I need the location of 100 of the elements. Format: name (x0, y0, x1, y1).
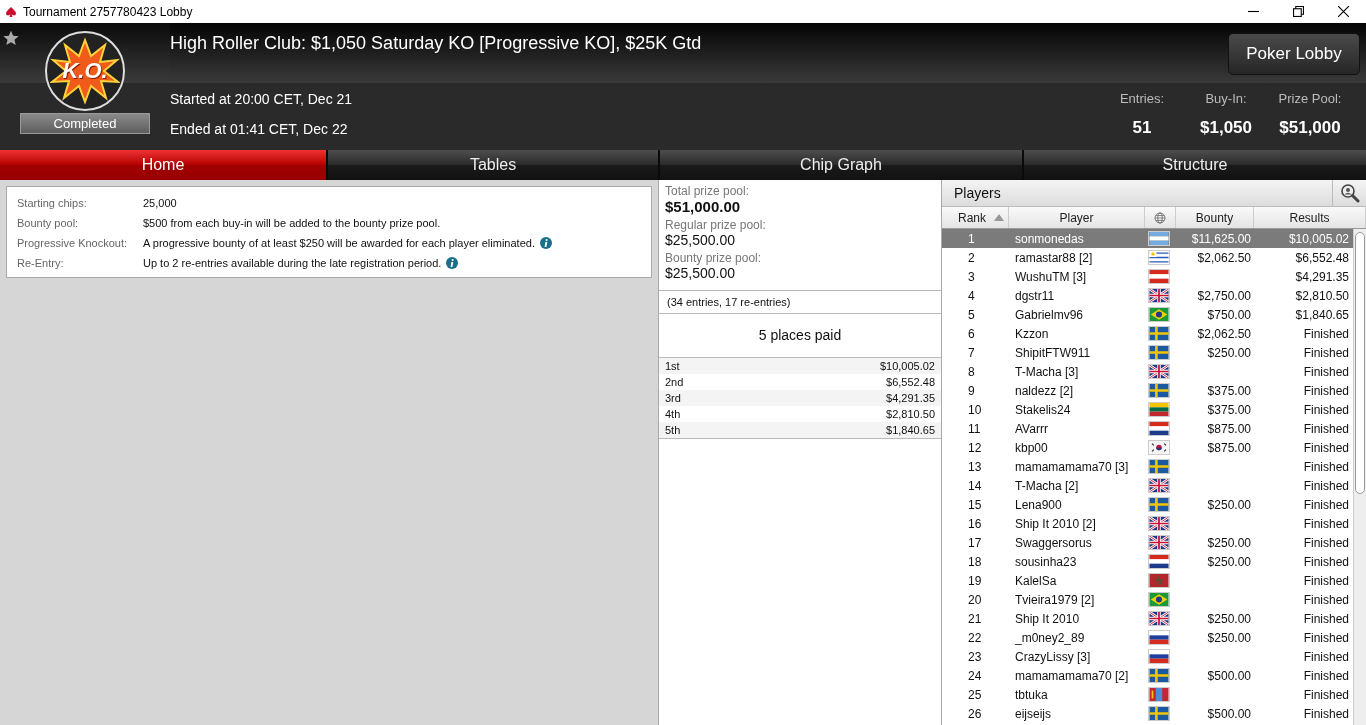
poker-lobby-button[interactable]: Poker Lobby (1228, 33, 1360, 75)
player-row[interactable]: 5 Gabrielmv96 $750.00 $1,840.65 (942, 305, 1353, 324)
scrollbar[interactable] (1353, 229, 1366, 725)
player-row[interactable]: 26 eijseijs $500.00 Finished (942, 704, 1353, 723)
bounty-cell-text: $875.00 (1206, 421, 1251, 436)
player-row[interactable]: 18 sousinha23 $250.00 Finished (942, 552, 1353, 571)
player-name: WushuTM [3] (1014, 269, 1088, 284)
rank-cell-text: 2 (967, 250, 976, 265)
info-text: A progressive bounty of at least $250 will be awarded for each player eliminated. (143, 237, 535, 249)
bounty-cell-text: $500.00 (1206, 668, 1251, 683)
player-row[interactable]: 11 AVarrr $875.00 Finished (942, 419, 1353, 438)
player-name: naldezz [2] (1014, 383, 1075, 398)
bounty-cell-text: $250.00 (1206, 345, 1251, 360)
player-row[interactable]: 7 ShipitFTW911 $250.00 Finished (942, 343, 1353, 362)
info-text: 25,000 (143, 197, 177, 209)
player-name: Ship It 2010 [2] (1014, 516, 1097, 531)
player-row[interactable]: 16 Ship It 2010 [2] Finished (942, 514, 1353, 533)
player-row[interactable]: 24 mamamamama70 [2] $500.00 Finished (942, 666, 1353, 685)
rank-cell-text: 7 (967, 345, 976, 360)
tab[interactable]: Chip Graph (660, 150, 1024, 180)
result-cell-text: Finished (1302, 383, 1350, 398)
tab[interactable]: Home (0, 150, 328, 180)
player-row[interactable]: 1 sonmonedas $11,625.00 $10,005.02 (942, 229, 1353, 248)
close-icon[interactable] (1338, 6, 1349, 17)
info-icon[interactable] (446, 257, 459, 269)
entries-note: (34 entries, 17 re-entries) (659, 291, 941, 314)
player-row[interactable]: 12 kbp00 $875.00 Finished (942, 438, 1353, 457)
player-name: CrazyLissy [3] (1014, 649, 1092, 664)
stat-value: 51 (1132, 118, 1152, 138)
player-name: _m0ney2_89 (1014, 630, 1086, 645)
player-name: tbtuka (1014, 687, 1049, 702)
column-header[interactable]: Rank (942, 207, 1009, 228)
rank-cell-text: 24 (967, 668, 983, 683)
spade-icon (5, 5, 17, 18)
player-row[interactable]: 2 ramastar88 [2] $2,062.50 $6,552.48 (942, 248, 1353, 267)
stat-label: Entries: (1119, 91, 1165, 106)
player-row[interactable]: 4 dgstr11 $2,750.00 $2,810.50 (942, 286, 1353, 305)
start-time: Started at 20:00 CET, Dec 21 (170, 91, 353, 107)
player-row[interactable]: 13 mamamamama70 [3] Finished (942, 457, 1353, 476)
rank-cell-text: 3 (967, 269, 976, 284)
info-label: Re-Entry: (17, 257, 65, 269)
result-cell-text: Finished (1302, 516, 1350, 531)
player-row[interactable]: 8 T-Macha [3] Finished (942, 362, 1353, 381)
result-cell-text: Finished (1302, 421, 1350, 436)
player-row[interactable]: 20 Tvieira1979 [2] Finished (942, 590, 1353, 609)
payout-place: 4th (665, 408, 681, 420)
pool-label: Regular prize pool: (665, 218, 767, 232)
player-row[interactable]: 9 naldezz [2] $375.00 Finished (942, 381, 1353, 400)
player-row[interactable]: 25 tbtuka Finished (942, 685, 1353, 704)
player-row[interactable]: 23 CrazyLissy [3] Finished (942, 647, 1353, 666)
scrollbar-thumb[interactable] (1355, 232, 1365, 494)
result-cell-text: Finished (1302, 345, 1350, 360)
player-name: sonmonedas (1014, 231, 1085, 246)
info-icon[interactable] (539, 237, 552, 249)
player-name: kbp00 (1014, 440, 1049, 455)
player-row[interactable]: 6 Kzzon $2,062.50 Finished (942, 324, 1353, 343)
player-row[interactable]: 21 Ship It 2010 $250.00 Finished (942, 609, 1353, 628)
player-row[interactable]: 10 Stakelis24 $375.00 Finished (942, 400, 1353, 419)
stat-value: $1,050 (1200, 118, 1252, 138)
rank-cell-text: 9 (967, 383, 976, 398)
rank-cell-text: 17 (967, 535, 983, 550)
rank-cell-text: 5 (967, 307, 976, 322)
player-name: Swaggersorus (1014, 535, 1093, 550)
result-cell-text: Finished (1302, 573, 1350, 588)
bounty-cell-text: $250.00 (1206, 611, 1251, 626)
player-row[interactable]: 15 Lena900 $250.00 Finished (942, 495, 1353, 514)
player-name: Stakelis24 (1014, 402, 1072, 417)
info-label: Progressive Knockout: (17, 237, 129, 249)
result-cell-text: Finished (1302, 535, 1350, 550)
tab[interactable]: Tables (328, 150, 660, 180)
rank-cell-text: 18 (967, 554, 983, 569)
result-cell-text: Finished (1302, 326, 1350, 341)
column-header[interactable]: Player (1009, 207, 1145, 228)
column-header[interactable]: Results (1254, 207, 1366, 228)
payout-place: 2nd (665, 376, 684, 388)
player-row[interactable]: 19 KalelSa Finished (942, 571, 1353, 590)
player-row[interactable]: 17 Swaggersorus $250.00 Finished (942, 533, 1353, 552)
star-icon[interactable] (2, 29, 20, 47)
restore-icon[interactable] (1293, 6, 1304, 17)
result-cell-text: $1,840.65 (1294, 307, 1350, 322)
player-row[interactable]: 22 _m0ney2_89 $250.00 Finished (942, 628, 1353, 647)
rank-cell-text: 13 (967, 459, 983, 474)
player-name: sousinha23 (1014, 554, 1078, 569)
players-title: Players (953, 185, 1001, 201)
rank-cell-text: 25 (967, 687, 983, 702)
player-name: ramastar88 [2] (1014, 250, 1094, 265)
column-header[interactable]: Bounty (1176, 207, 1254, 228)
player-name: mamamamama70 [2] (1014, 668, 1130, 683)
pool-value: $25,500.00 (665, 232, 737, 248)
stat-label: Buy-In: (1205, 91, 1247, 106)
ko-logo: K.O. (45, 31, 125, 111)
globe-icon[interactable] (1154, 211, 1166, 224)
result-cell-text: Finished (1302, 364, 1350, 379)
player-row[interactable]: 14 T-Macha [2] Finished (942, 476, 1353, 495)
rank-cell-text: 14 (967, 478, 983, 493)
bounty-cell-text: $2,062.50 (1196, 250, 1251, 265)
player-row[interactable]: 3 WushuTM [3] $4,291.35 (942, 267, 1353, 286)
status-ribbon: Completed (20, 113, 150, 134)
bounty-cell-text: $375.00 (1206, 383, 1251, 398)
rank-cell-text: 1 (967, 231, 976, 246)
